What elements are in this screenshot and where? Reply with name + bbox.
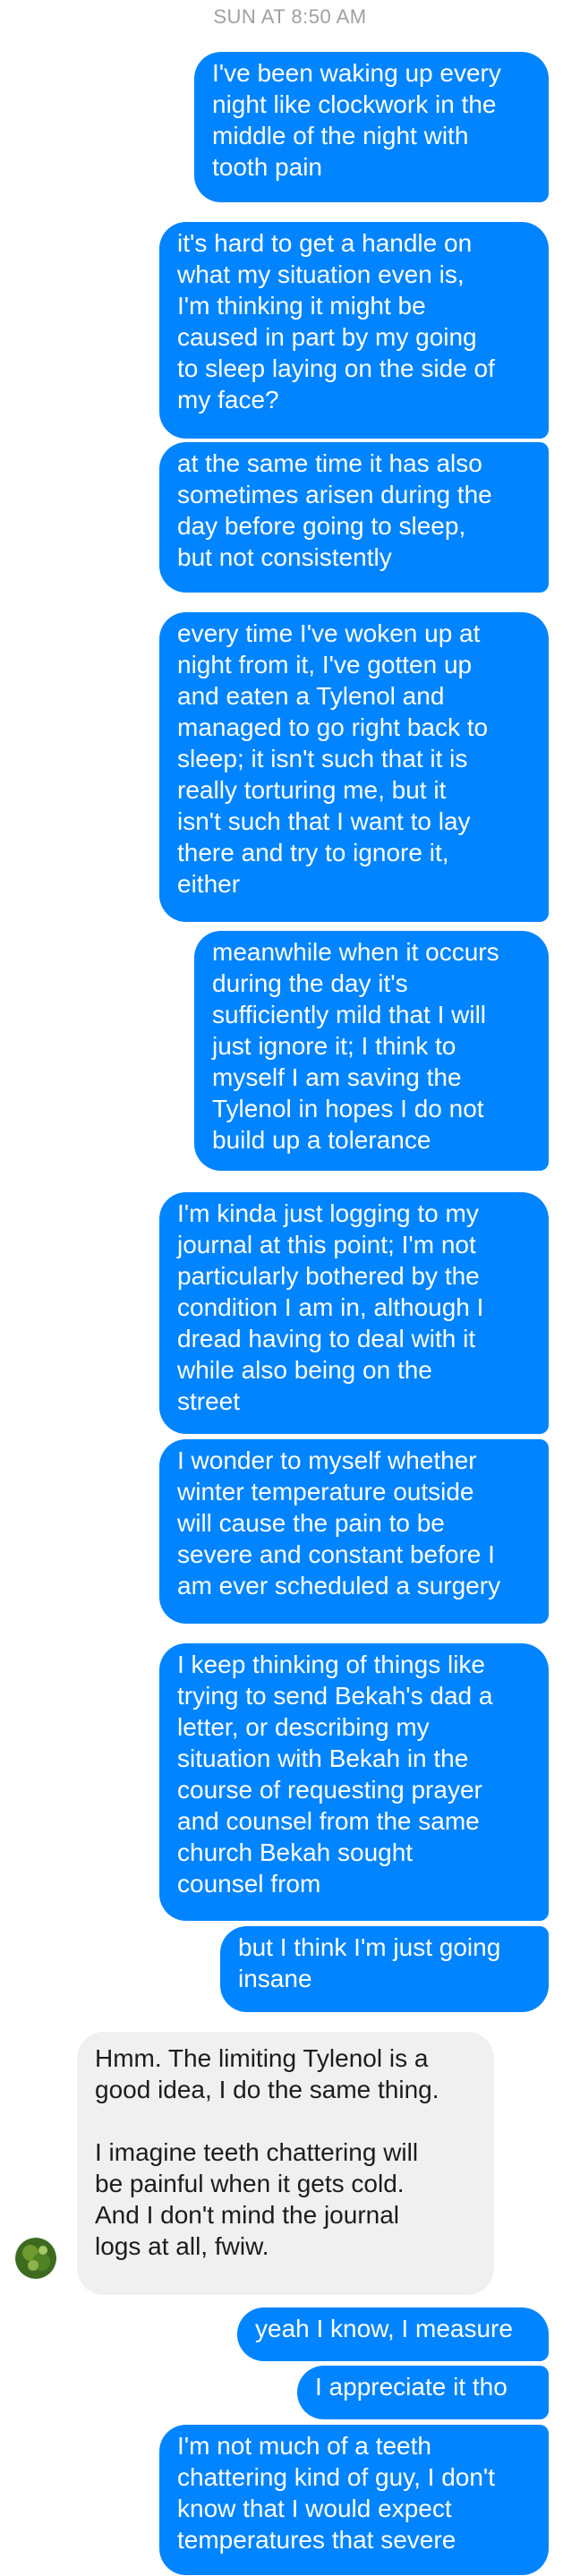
message-bubble[interactable]: I'm not much of a teeth chattering kind …	[159, 2425, 549, 2575]
message-bubble[interactable]: it's hard to get a handle on what my sit…	[159, 222, 549, 439]
avatar[interactable]	[15, 2238, 56, 2279]
incoming-message-bubble[interactable]: Hmm. The limiting Tylenol is a good idea…	[77, 2032, 494, 2295]
message-bubble[interactable]: at the same time it has also sometimes a…	[159, 442, 549, 593]
message-bubble[interactable]: I've been waking up every night like clo…	[194, 52, 549, 202]
message-bubble[interactable]: I wonder to myself whether winter temper…	[159, 1439, 549, 1624]
message-bubble[interactable]: meanwhile when it occurs during the day …	[194, 931, 549, 1171]
message-bubble[interactable]: every time I've woken up at night from i…	[159, 612, 549, 922]
avatar-photo-icon	[15, 2238, 56, 2279]
message-bubble[interactable]: I'm kinda just logging to my journal at …	[159, 1192, 549, 1434]
message-bubble[interactable]: I keep thinking of things like trying to…	[159, 1643, 549, 1921]
message-bubble[interactable]: but I think I'm just going insane	[220, 1926, 549, 2012]
timestamp: SUN AT 8:50 AM	[213, 5, 367, 28]
message-bubble[interactable]: yeah I know, I measure	[237, 2307, 549, 2361]
message-bubble[interactable]: I appreciate it tho	[297, 2366, 549, 2419]
